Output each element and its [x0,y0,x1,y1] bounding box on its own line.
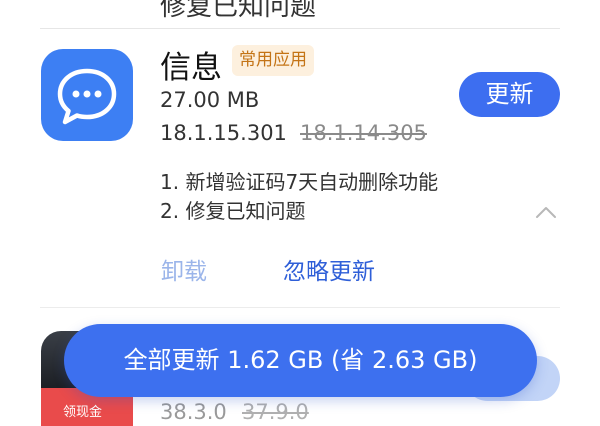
app-tag-badge: 常用应用 [232,45,314,76]
divider [40,307,560,308]
uninstall-button[interactable]: 卸载 [161,252,207,286]
chevron-up-icon[interactable] [534,204,558,224]
divider [40,28,560,29]
ignore-update-button[interactable]: 忽略更新 [283,252,375,286]
release-notes: 1. 新增验证码7天自动删除功能 2. 修复已知问题 [160,168,438,226]
release-note-item: 1. 新增验证码7天自动删除功能 [160,170,439,194]
old-version: 18.1.14.305 [300,121,427,145]
update-button[interactable]: 更新 [459,72,560,117]
app-name: 信息 [160,50,222,86]
previous-item-notes: 修复已知问题 [160,0,317,22]
next-app-new-version: 38.3.0 [160,400,227,424]
message-bubble-icon[interactable] [41,49,133,141]
update-all-button[interactable]: 全部更新 1.62 GB (省 2.63 GB) [64,324,537,397]
next-app-old-version: 37.9.0 [242,400,309,424]
app-size: 27.00 MB [160,88,260,112]
release-note-item: 2. 修复已知问题 [160,199,306,223]
new-version: 18.1.15.301 [160,121,287,145]
next-app-badge: 领现金 [63,405,103,420]
